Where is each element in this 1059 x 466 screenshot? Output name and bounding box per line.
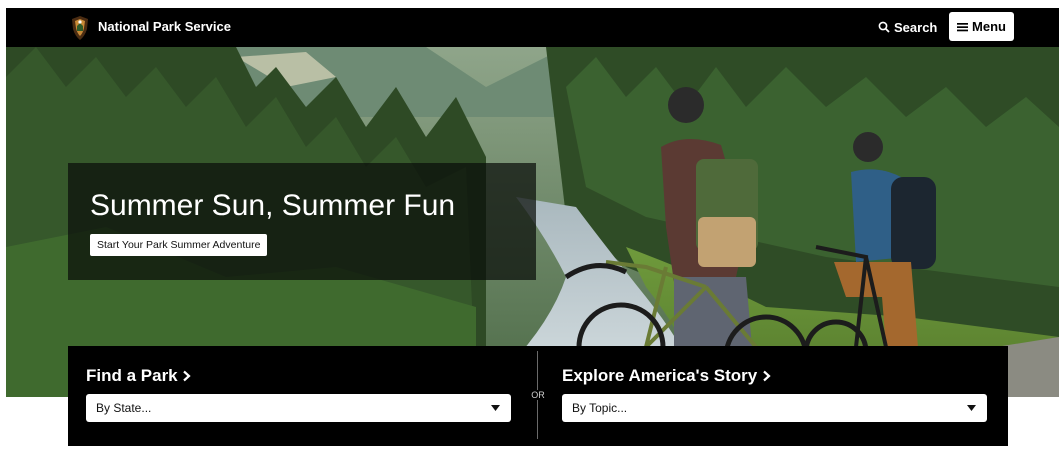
caret-down-icon	[491, 405, 500, 411]
explore-story-link[interactable]: Explore America's Story	[562, 366, 771, 386]
chevron-right-icon	[183, 370, 192, 382]
find-a-park-label: Find a Park	[86, 366, 178, 385]
state-select[interactable]: By State...	[86, 394, 511, 422]
menu-button[interactable]: Menu	[949, 12, 1014, 41]
park-finder: Find a Park By State... OR Explore Ameri…	[68, 346, 1008, 446]
or-label: OR	[530, 390, 546, 400]
search-label: Search	[894, 19, 938, 35]
state-select-value: By State...	[96, 401, 152, 415]
nps-arrowhead-icon[interactable]	[70, 15, 90, 41]
hamburger-icon	[957, 22, 969, 31]
chevron-right-icon	[763, 370, 771, 382]
menu-label: Menu	[972, 19, 1006, 34]
search-button[interactable]: Search	[878, 18, 937, 36]
topic-select-value: By Topic...	[572, 401, 628, 415]
hero-text-panel: Summer Sun, Summer Fun Start Your Park S…	[68, 163, 536, 280]
topic-select[interactable]: By Topic...	[562, 394, 987, 422]
hero-title: Summer Sun, Summer Fun	[90, 189, 456, 222]
caret-down-icon	[967, 405, 976, 411]
site-header: National Park Service Search Menu	[6, 8, 1059, 47]
hero-cta-button[interactable]: Start Your Park Summer Adventure	[90, 234, 268, 256]
find-a-park-link[interactable]: Find a Park	[86, 366, 192, 386]
hero-banner: Summer Sun, Summer Fun Start Your Park S…	[6, 47, 1059, 397]
site-name[interactable]: National Park Service	[98, 19, 231, 34]
explore-story-label: Explore America's Story	[562, 366, 758, 385]
search-icon	[878, 21, 890, 33]
